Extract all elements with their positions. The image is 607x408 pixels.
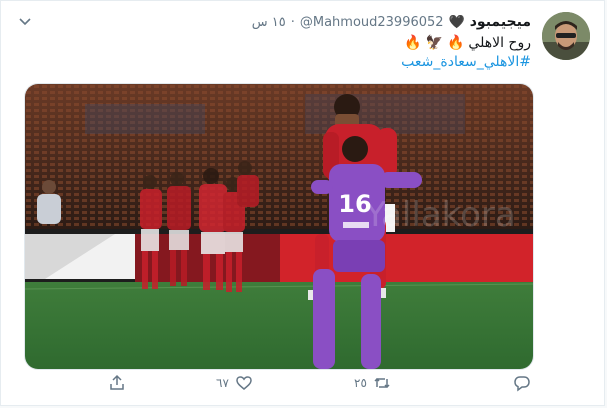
tweet-timestamp[interactable]: ١٥ س <box>252 15 286 30</box>
football-photo: 16 Yallakora <box>25 84 533 369</box>
avatar[interactable] <box>542 12 590 60</box>
separator-dot: · <box>290 14 295 30</box>
tweet-text: روح الاهلي 🔥 🦅 🔥 #الاهلي_سعادة_شعب <box>401 34 531 72</box>
tweet-header: ميجيمبود 🖤 @Mahmoud23996052 · ١٥ س <box>252 12 531 32</box>
like-count: ٦٧ <box>216 376 229 390</box>
tweet-actions: ٦٧ ٢٥ <box>1 374 606 400</box>
hashtag-link[interactable]: #الاهلي_سعادة_شعب <box>401 53 531 72</box>
eagle-emoji-icon: 🦅 <box>425 35 443 51</box>
tweet-line-1: روح الاهلي 🔥 🦅 🔥 <box>401 34 531 53</box>
user-handle[interactable]: @Mahmoud23996052 <box>300 15 444 30</box>
like-button[interactable]: ٦٧ <box>216 374 253 392</box>
share-icon <box>110 374 124 390</box>
chevron-down-icon[interactable] <box>17 13 33 29</box>
tweet-body: روح الاهلي <box>468 35 531 51</box>
fire-emoji-icon: 🔥 <box>404 35 422 51</box>
reply-button[interactable] <box>513 374 531 392</box>
fire-emoji-icon: 🔥 <box>446 35 465 51</box>
black-heart-icon: 🖤 <box>448 14 465 30</box>
share-button[interactable] <box>108 374 126 392</box>
display-name[interactable]: ميجيمبود <box>470 14 531 30</box>
retweet-icon <box>374 377 390 389</box>
photo-watermark: Yallakora <box>364 195 516 235</box>
retweet-button[interactable]: ٢٥ <box>354 374 391 392</box>
tweet-photo[interactable]: 16 Yallakora <box>24 83 534 370</box>
reply-icon <box>514 376 530 392</box>
retweet-count: ٢٥ <box>354 376 367 390</box>
tweet-card[interactable]: ميجيمبود 🖤 @Mahmoud23996052 · ١٥ س روح ا… <box>0 0 605 406</box>
tweet-line-2: #الاهلي_سعادة_شعب <box>401 53 531 72</box>
like-icon <box>236 376 252 390</box>
